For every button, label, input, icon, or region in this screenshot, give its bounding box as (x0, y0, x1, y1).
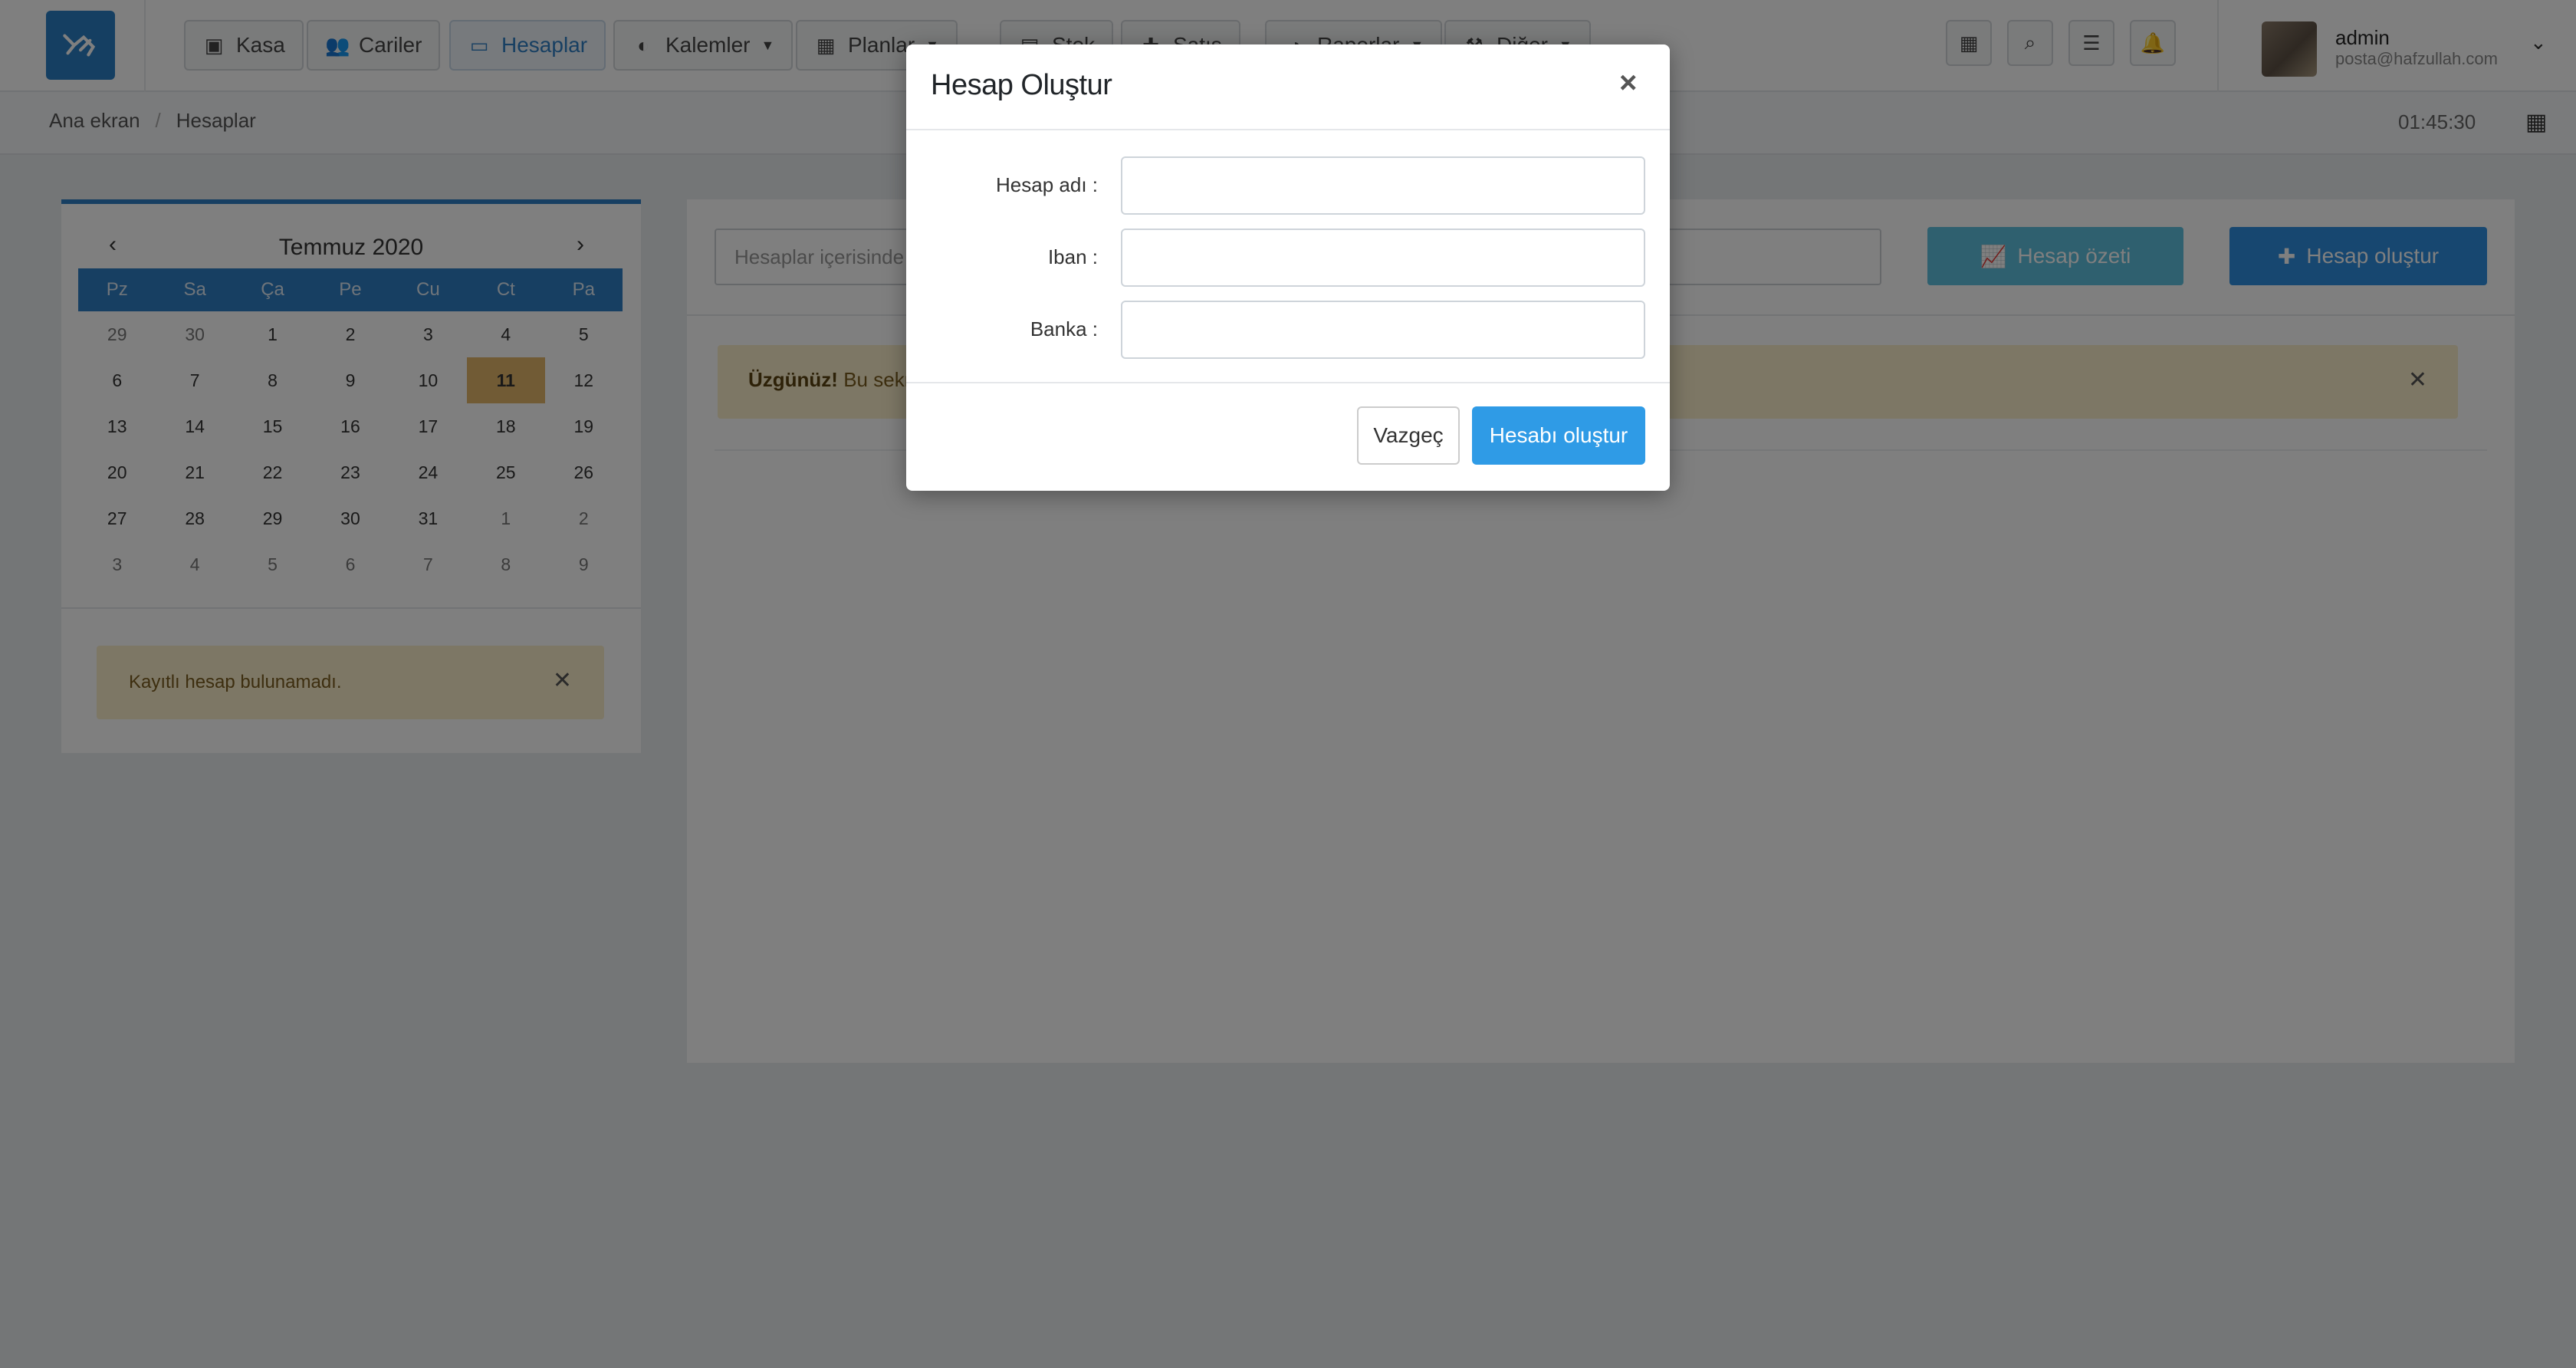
iban-label: Iban : (1047, 245, 1098, 268)
modal-footer: Vazgeç Hesabı oluştur (906, 382, 1670, 491)
iban-row: Iban : (906, 229, 1670, 287)
close-icon[interactable]: × (1619, 67, 1637, 98)
account-name-field[interactable] (1121, 156, 1645, 215)
bank-row: Banka : (906, 301, 1670, 359)
create-account-modal: Hesap Oluştur × Hesap adı : Iban : Banka… (906, 44, 1670, 491)
modal-header: Hesap Oluştur × (906, 44, 1670, 130)
modal-title: Hesap Oluştur (931, 69, 1112, 101)
bank-field[interactable] (1121, 301, 1645, 359)
cancel-button[interactable]: Vazgeç (1357, 406, 1460, 465)
create-account-submit-button[interactable]: Hesabı oluştur (1472, 406, 1645, 465)
iban-field[interactable] (1121, 229, 1645, 287)
account-name-label: Hesap adı : (996, 173, 1098, 196)
bank-label: Banka : (1030, 317, 1098, 340)
account-name-row: Hesap adı : (906, 156, 1670, 215)
